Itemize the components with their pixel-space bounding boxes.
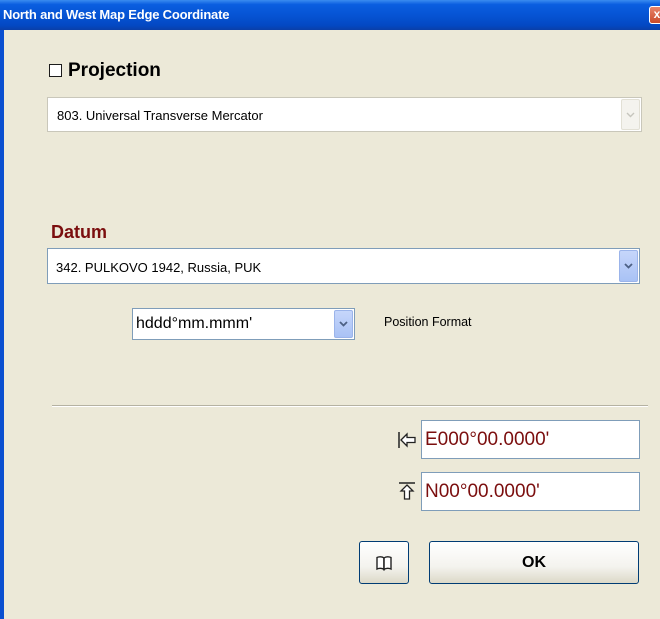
arrow-left-to-bar-icon <box>398 432 416 448</box>
divider <box>52 405 648 407</box>
projection-label: Projection <box>68 60 161 81</box>
arrow-up-to-bar-icon <box>399 482 415 500</box>
datum-dropdown-button[interactable] <box>619 250 638 282</box>
north-coordinate-input[interactable]: N00°00.0000' <box>421 472 640 511</box>
north-coordinate-value: N00°00.0000' <box>425 481 540 502</box>
close-button[interactable]: x <box>649 6 660 24</box>
projection-checkbox[interactable] <box>49 64 62 77</box>
projection-select: 803. Universal Transverse Mercator <box>47 97 642 132</box>
position-format-value: hddd°mm.mmm' <box>136 315 253 332</box>
ok-button[interactable]: OK <box>429 541 639 584</box>
datum-select-value: 342. PULKOVO 1942, Russia, PUK <box>56 260 262 275</box>
position-format-select[interactable]: hddd°mm.mmm' <box>132 308 355 340</box>
projection-select-value: 803. Universal Transverse Mercator <box>57 108 263 123</box>
close-icon: x <box>653 7 660 21</box>
book-icon <box>376 555 392 571</box>
chevron-down-icon <box>624 263 633 269</box>
position-format-label: Position Format <box>384 315 472 329</box>
book-button[interactable] <box>359 541 409 584</box>
datum-label: Datum <box>51 222 108 242</box>
datum-select[interactable]: 342. PULKOVO 1942, Russia, PUK <box>47 248 640 284</box>
west-coordinate-input[interactable]: E000°00.0000' <box>421 420 640 459</box>
title-bar: North and West Map Edge Coordinate x <box>0 0 660 30</box>
chevron-down-icon <box>339 321 348 327</box>
chevron-down-icon <box>626 112 635 117</box>
projection-dropdown-button <box>621 99 640 130</box>
window-left-border <box>0 30 4 619</box>
position-format-dropdown-button[interactable] <box>334 310 353 338</box>
west-coordinate-value: E000°00.0000' <box>425 429 550 450</box>
ok-button-label: OK <box>522 553 546 571</box>
window-title: North and West Map Edge Coordinate <box>3 7 230 22</box>
